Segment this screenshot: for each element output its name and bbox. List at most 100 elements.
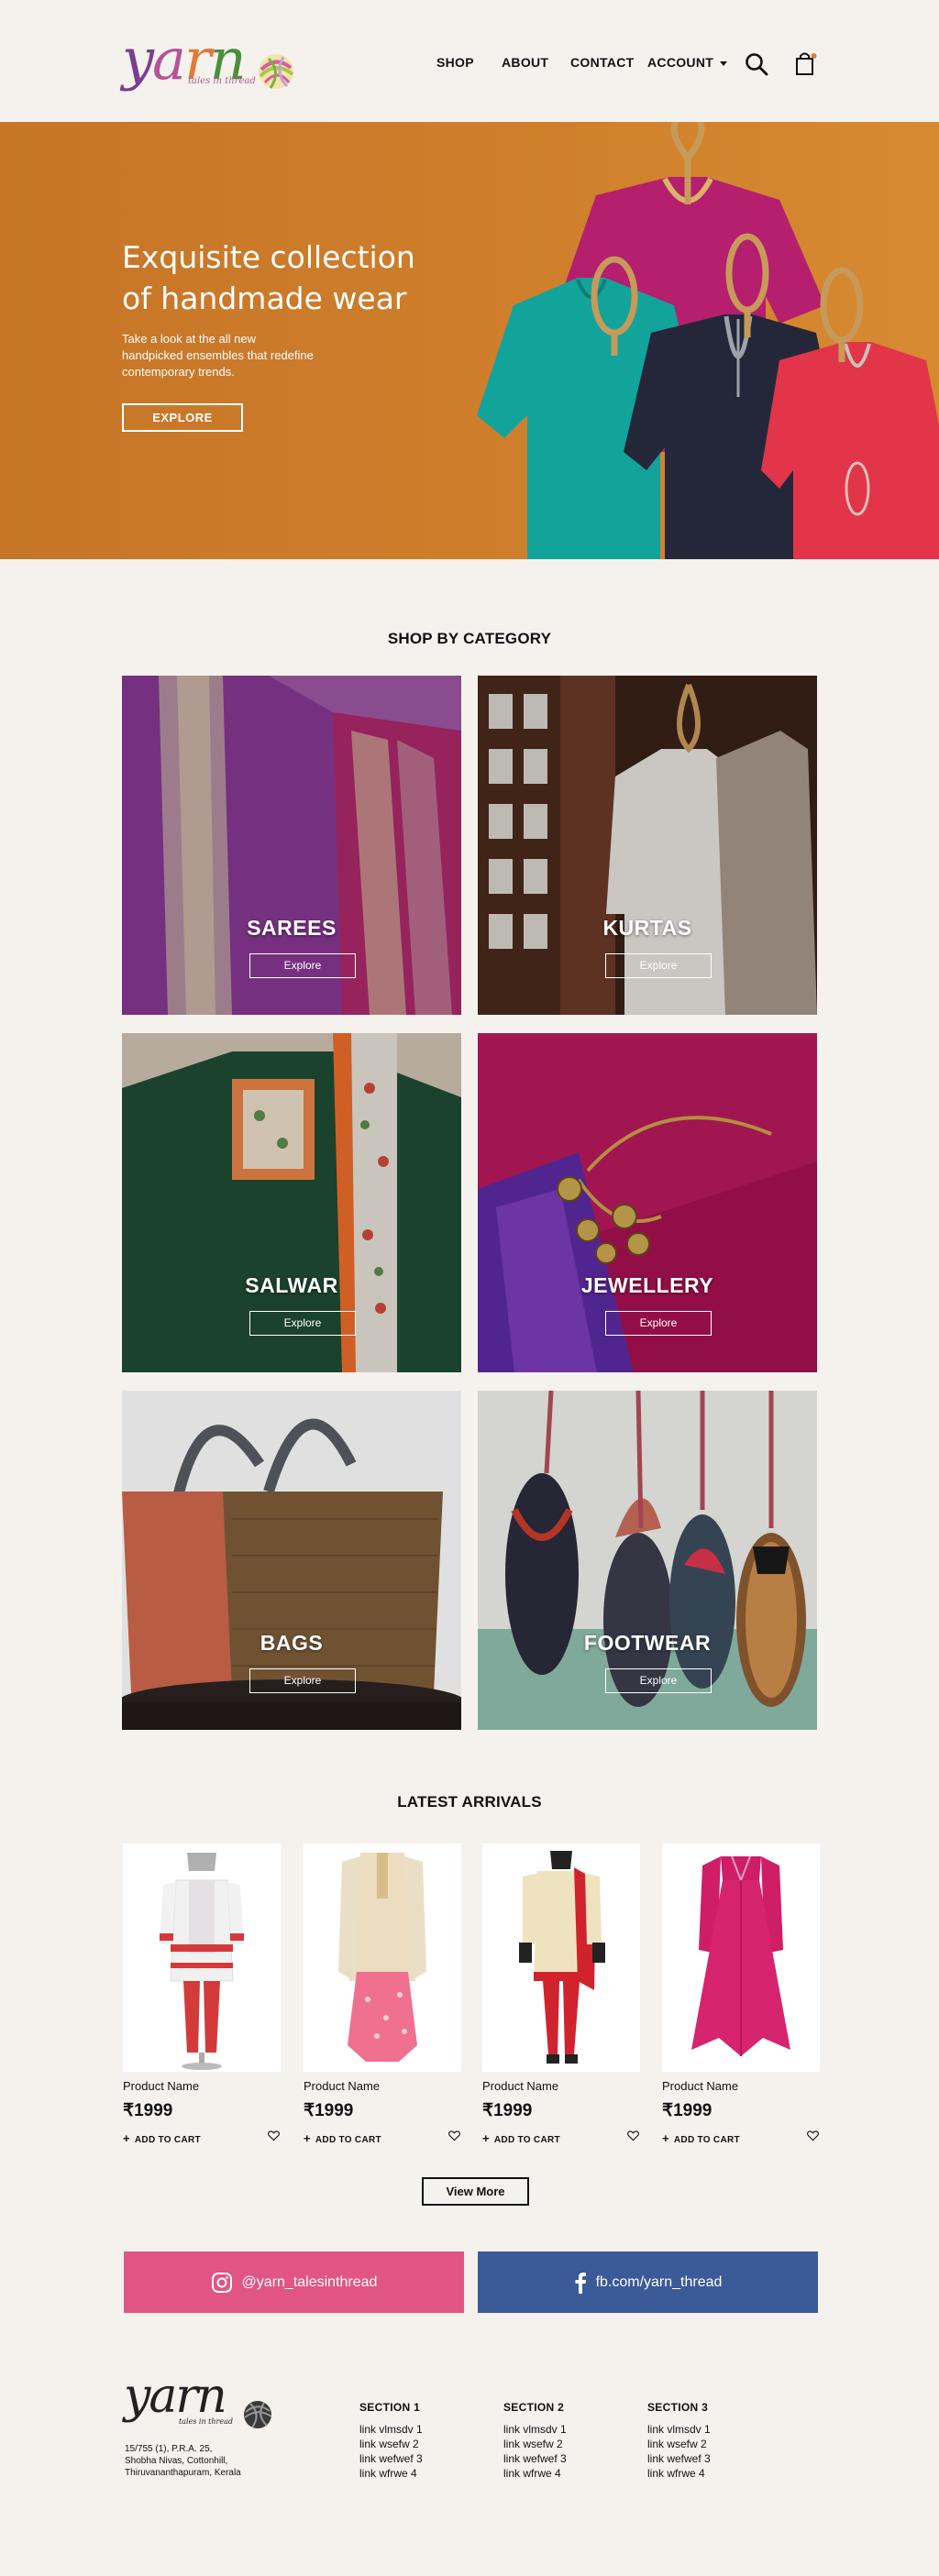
product-price: ₹1999 bbox=[662, 2101, 713, 2120]
product-card[interactable]: Product Name ₹1999 + ADD TO CART bbox=[662, 1844, 820, 2145]
plus-icon: + bbox=[304, 2131, 311, 2145]
product-image[interactable] bbox=[662, 1844, 820, 2072]
facebook-handle: fb.com/yarn_thread bbox=[595, 2273, 723, 2290]
product-name[interactable]: Product Name bbox=[662, 2079, 738, 2093]
footer-link[interactable]: link wefwef 3 bbox=[359, 2451, 423, 2466]
category-label: BAGS bbox=[260, 1631, 324, 1655]
category-explore-button[interactable]: Explore bbox=[605, 1311, 712, 1336]
brand-logo[interactable]: yarn tales in thread bbox=[122, 28, 305, 97]
yarn-ball-icon bbox=[259, 54, 294, 89]
footer-link[interactable]: link vlmsdv 1 bbox=[359, 2422, 423, 2437]
category-explore-button[interactable]: Explore bbox=[249, 1668, 356, 1693]
view-more-button[interactable]: View More bbox=[422, 2177, 529, 2206]
site-header: yarn tales in thread SHOP ABOUT CONTACT … bbox=[0, 0, 939, 122]
address-line: 15/755 (1), P.R.A. 25, bbox=[125, 2444, 213, 2454]
heart-icon[interactable] bbox=[268, 2130, 280, 2141]
footer-section-title: SECTION 2 bbox=[503, 2401, 565, 2414]
product-photo bbox=[691, 1855, 790, 2056]
footer-link[interactable]: link wsefw 2 bbox=[503, 2437, 567, 2451]
search-icon[interactable] bbox=[745, 52, 768, 76]
category-card-salwar[interactable]: SALWAR Explore bbox=[122, 1033, 461, 1372]
instagram-banner[interactable]: @yarn_talesinthread bbox=[124, 2251, 464, 2313]
add-to-cart-label: ADD TO CART bbox=[493, 2135, 560, 2145]
product-price: ₹1999 bbox=[123, 2101, 173, 2120]
add-to-cart-button[interactable]: + ADD TO CART bbox=[304, 2131, 381, 2145]
category-label: SAREES bbox=[247, 916, 337, 940]
cart-icon[interactable] bbox=[794, 50, 818, 76]
footer-link[interactable]: link wsefw 2 bbox=[647, 2437, 711, 2451]
category-explore-button[interactable]: Explore bbox=[249, 953, 356, 978]
heart-icon[interactable] bbox=[448, 2130, 460, 2141]
footer-link[interactable]: link vlmsdv 1 bbox=[503, 2422, 567, 2437]
footer-link[interactable]: link wefwef 3 bbox=[647, 2451, 711, 2466]
product-image[interactable] bbox=[482, 1844, 640, 2072]
nav-about[interactable]: ABOUT bbox=[502, 55, 548, 70]
category-label: JEWELLERY bbox=[580, 1273, 714, 1297]
hero-banner: Exquisite collection of handmade wear Ta… bbox=[0, 122, 939, 559]
category-section-title: SHOP BY CATEGORY bbox=[387, 630, 552, 647]
hero-title: Exquisite collection of handmade wear bbox=[122, 239, 415, 316]
heart-icon[interactable] bbox=[627, 2130, 639, 2141]
facebook-banner[interactable]: fb.com/yarn_thread bbox=[478, 2251, 818, 2313]
nav-shop[interactable]: SHOP bbox=[436, 55, 474, 70]
category-card-kurtas[interactable]: KURTAS Explore bbox=[478, 676, 817, 1015]
yarn-ball-icon bbox=[244, 2401, 272, 2428]
product-price: ₹1999 bbox=[304, 2101, 354, 2120]
product-name[interactable]: Product Name bbox=[123, 2079, 199, 2093]
heart-icon[interactable] bbox=[807, 2130, 819, 2141]
footer-section-1: SECTION 1 link vlmsdv 1 link wsefw 2 lin… bbox=[359, 2400, 423, 2481]
add-to-cart-label: ADD TO CART bbox=[315, 2135, 381, 2145]
product-photo bbox=[519, 1851, 605, 2064]
footer-link[interactable]: link wfrwe 4 bbox=[359, 2466, 423, 2481]
category-explore-button[interactable]: Explore bbox=[605, 1668, 712, 1693]
hero-subtitle: Take a look at the all new handpicked en… bbox=[122, 332, 314, 379]
footer-address: 15/755 (1), P.R.A. 25, Shobha Nivas, Cot… bbox=[125, 2443, 241, 2479]
footer-logo[interactable]: yarn tales in thread bbox=[124, 2369, 280, 2445]
footer-link[interactable]: link wefwef 3 bbox=[503, 2451, 567, 2466]
chevron-down-icon bbox=[720, 61, 728, 66]
plus-icon: + bbox=[482, 2131, 490, 2145]
category-card-jewellery[interactable]: JEWELLERY Explore bbox=[478, 1033, 817, 1372]
category-label: FOOTWEAR bbox=[583, 1631, 712, 1655]
footer-section-3: SECTION 3 link vlmsdv 1 link wsefw 2 lin… bbox=[647, 2400, 711, 2481]
category-card-footwear[interactable]: FOOTWEAR Explore bbox=[478, 1391, 817, 1730]
product-photo bbox=[160, 1853, 244, 2070]
add-to-cart-label: ADD TO CART bbox=[673, 2135, 740, 2145]
category-card-bags[interactable]: BAGS Explore bbox=[122, 1391, 461, 1730]
product-price: ₹1999 bbox=[482, 2101, 533, 2120]
latest-section-title: LATEST ARRIVALS bbox=[397, 1793, 542, 1811]
add-to-cart-label: ADD TO CART bbox=[134, 2135, 201, 2145]
category-explore-button[interactable]: Explore bbox=[605, 953, 712, 978]
plus-icon: + bbox=[123, 2131, 130, 2145]
footer-link[interactable]: link wsefw 2 bbox=[359, 2437, 423, 2451]
address-line: Shobha Nivas, Cottonhill, bbox=[125, 2456, 228, 2466]
footer-link[interactable]: link wfrwe 4 bbox=[647, 2466, 711, 2481]
add-to-cart-button[interactable]: + ADD TO CART bbox=[662, 2131, 740, 2145]
category-explore-button[interactable]: Explore bbox=[249, 1311, 356, 1336]
nav-contact[interactable]: CONTACT bbox=[570, 55, 635, 70]
plus-icon: + bbox=[662, 2131, 669, 2145]
product-card[interactable]: Product Name ₹1999 + ADD TO CART bbox=[123, 1844, 281, 2145]
hero-explore-button[interactable]: EXPLORE bbox=[122, 403, 243, 432]
product-image[interactable] bbox=[123, 1844, 281, 2072]
product-name[interactable]: Product Name bbox=[482, 2079, 558, 2093]
nav-account[interactable]: ACCOUNT bbox=[647, 55, 728, 70]
instagram-handle: @yarn_talesinthread bbox=[241, 2273, 378, 2290]
category-card-sarees[interactable]: SAREES Explore bbox=[122, 676, 461, 1015]
category-label: SALWAR bbox=[245, 1273, 338, 1297]
footer-section-title: SECTION 3 bbox=[647, 2401, 709, 2414]
product-card[interactable]: Product Name ₹1999 + ADD TO CART bbox=[304, 1844, 461, 2145]
product-card[interactable]: Product Name ₹1999 + ADD TO CART bbox=[482, 1844, 640, 2145]
logo-tagline: tales in thread bbox=[188, 76, 256, 86]
add-to-cart-button[interactable]: + ADD TO CART bbox=[482, 2131, 560, 2145]
product-photo bbox=[338, 1853, 426, 2062]
product-image[interactable] bbox=[304, 1844, 461, 2072]
add-to-cart-button[interactable]: + ADD TO CART bbox=[123, 2131, 201, 2145]
footer-link[interactable]: link wfrwe 4 bbox=[503, 2466, 567, 2481]
product-name[interactable]: Product Name bbox=[304, 2079, 380, 2093]
footer-logo-wordmark: yarn bbox=[124, 2369, 227, 2424]
footer-section-title: SECTION 1 bbox=[359, 2401, 421, 2414]
footer-logo-tagline: tales in thread bbox=[179, 2417, 233, 2426]
instagram-icon bbox=[211, 2272, 233, 2294]
footer-link[interactable]: link vlmsdv 1 bbox=[647, 2422, 711, 2437]
